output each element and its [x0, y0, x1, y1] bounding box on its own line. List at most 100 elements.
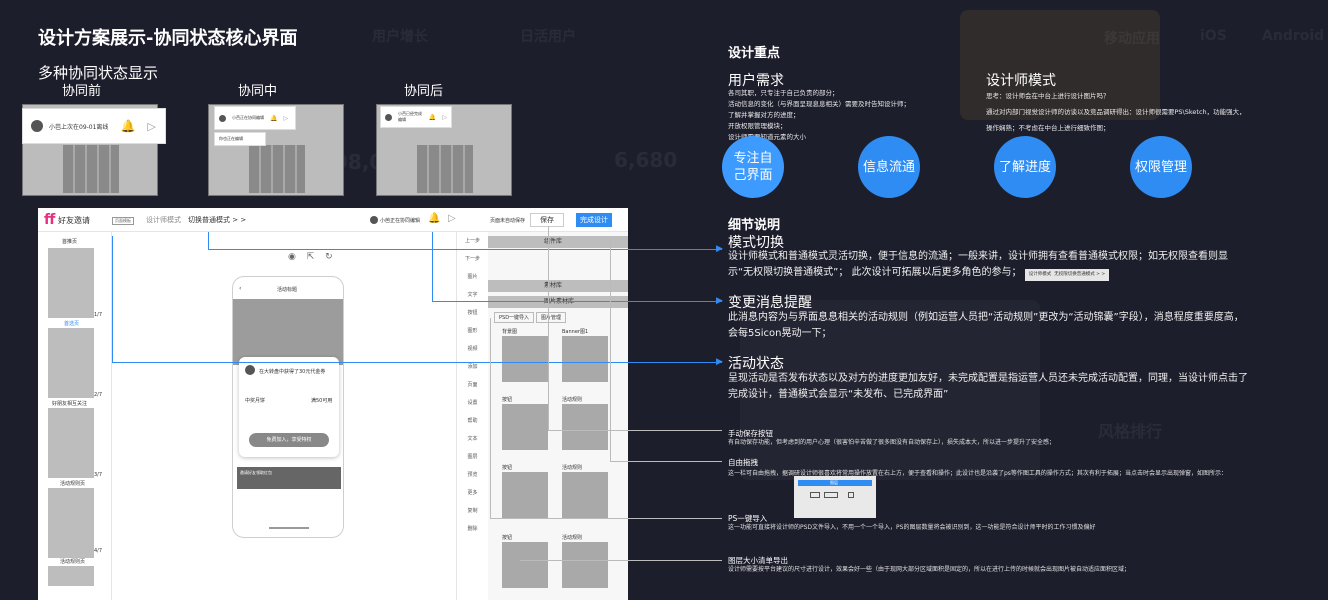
save-button[interactable]: 保存	[530, 213, 564, 227]
asset-label: 按钮	[502, 535, 513, 541]
background-word: 日活用户	[520, 29, 576, 45]
tool-item[interactable]: 页面	[457, 376, 488, 394]
designer-line: 思考：设计师会在中台上进行设计图片吗？	[986, 92, 1110, 100]
state-card-after: 小芭已经完成编辑 🔔 ▷	[380, 106, 452, 128]
phone-title: 活动标题	[277, 287, 298, 293]
tool-item[interactable]: 删除	[457, 520, 488, 538]
asset-thumbnail[interactable]	[502, 404, 548, 450]
page-thumbnail[interactable]	[48, 328, 94, 398]
tool-item[interactable]: 文本	[457, 430, 488, 448]
asset-label: 活动规则	[562, 397, 583, 403]
asset-thumbnail[interactable]	[502, 472, 548, 518]
asset-thumbnail[interactable]	[502, 542, 548, 588]
popup-item	[810, 492, 820, 498]
tool-item[interactable]: 上一步	[457, 232, 488, 250]
mode-chip: 设计师模式 无权限切换普通模式 > >	[1024, 269, 1110, 281]
page-thumbnail[interactable]	[48, 408, 94, 478]
tool-item[interactable]: 设置	[457, 394, 488, 412]
connector-line	[548, 226, 549, 430]
play-icon: ▷	[442, 113, 447, 121]
tool-item[interactable]: 更多	[457, 484, 488, 502]
avatar	[370, 216, 378, 224]
tool-item[interactable]: 复制	[457, 502, 488, 520]
tool-item[interactable]: 帮助	[457, 412, 488, 430]
mode-switch-link[interactable]: 切换普通模式 > >	[188, 215, 246, 225]
page-thumbnail[interactable]	[48, 488, 94, 558]
asset-thumbnail[interactable]	[562, 542, 608, 588]
page-thumbnail[interactable]	[48, 566, 94, 586]
state-card-during: 小芭正在协同编辑 🔔 ▷	[214, 106, 296, 130]
panel-header-materials[interactable]: 素材库	[488, 280, 628, 292]
tool-item[interactable]: 图层	[457, 448, 488, 466]
tool-item[interactable]: 图形	[457, 322, 488, 340]
background-word: Android	[1262, 28, 1325, 44]
page-list: 首推页 首选页 1/7 好朋友相互关注 2/7 活动规则页 3/7 活动规则页 …	[38, 232, 112, 600]
asset-thumbnail[interactable]	[562, 404, 608, 450]
play-icon: ▷	[147, 119, 156, 133]
avatar	[31, 120, 43, 132]
join-button[interactable]: 免费加入，享受特权	[249, 433, 329, 447]
focus-circle-info-flow: 信息流通	[858, 136, 920, 198]
bell-icon: 🔔	[270, 114, 278, 122]
designer-line: 操作娴熟；不考虑在中台上进行细致作图；	[986, 124, 1110, 132]
detail-item-text: 设计师模式和普通模式灵活切换，便于信息的流通；一般来讲，设计师拥有查看普通模式权…	[728, 251, 1228, 278]
logo-text: 好友邀请	[58, 216, 90, 225]
asset-panel: 组件库 素材库 图片素材库 PSD一键导入 图片管理 背景图 Banner图1 …	[488, 232, 628, 600]
asset-label: 活动规则	[562, 465, 583, 471]
connector-line	[610, 461, 722, 462]
connector-line	[112, 362, 722, 363]
asset-label: 按钮	[502, 397, 513, 403]
state-label-after: 协同后	[404, 84, 444, 99]
refresh-icon[interactable]: ↻	[325, 252, 333, 262]
state-card-text: 小芭上次在09-01离线	[49, 123, 109, 131]
asset-thumbnail[interactable]	[562, 336, 608, 382]
template-select[interactable]: 页面模板	[112, 217, 134, 225]
play-icon[interactable]: ▷	[448, 213, 456, 224]
designer-mode-text: 思考：设计师会在中台上进行设计图片吗？ 通过对内部门视觉设计师的访谈以及竞品调研…	[986, 88, 1246, 136]
phone-banner[interactable]: 邀请好友领取红包	[237, 467, 341, 489]
logo: ff	[44, 212, 56, 228]
asset-thumbnail[interactable]	[562, 472, 608, 518]
share-icon[interactable]: ⇱	[307, 252, 315, 262]
tool-item[interactable]: 预览	[457, 466, 488, 484]
canvas-toolbar: ◉ ⇱ ↻	[288, 252, 333, 262]
connector-line	[208, 249, 722, 250]
page-label: 首推页	[62, 239, 78, 245]
asset-thumbnail[interactable]	[502, 336, 548, 382]
bell-icon[interactable]: 🔔	[428, 213, 440, 224]
mode-designer-label: 设计师模式	[146, 216, 181, 224]
tool-item[interactable]: 下一步	[457, 250, 488, 268]
tool-item[interactable]: 图片	[457, 268, 488, 286]
asset-label: 背景图	[502, 329, 518, 335]
avatar	[385, 113, 392, 121]
background-word: 用户增长	[372, 29, 428, 45]
phone-back-icon[interactable]: ‹	[239, 285, 241, 292]
popup-item	[848, 492, 854, 498]
feature-body: 有自动保存功能，但考虑到的用户心理（很害怕辛苦做了很多图没有自动保存上），损失成…	[728, 439, 1056, 446]
psd-import-tab[interactable]: PSD一键导入	[494, 312, 535, 323]
connector-line	[548, 430, 722, 431]
layer-popup-preview: 图层	[794, 476, 876, 518]
background-word: 移动应用	[1104, 31, 1160, 47]
tool-item[interactable]: 按钮	[457, 304, 488, 322]
collab-status: 小芭正在协同编辑	[380, 218, 421, 224]
focus-circle-progress: 了解进度	[994, 136, 1056, 198]
tool-item[interactable]: 添加	[457, 358, 488, 376]
editor-mockup: ff 好友邀请 页面模板 设计师模式 切换普通模式 > > 小芭正在协同编辑 🔔…	[38, 208, 628, 600]
image-manage-tab[interactable]: 图片管理	[536, 312, 567, 323]
background-word: 6,680	[614, 148, 678, 172]
done-button[interactable]: 完成设计	[576, 213, 612, 227]
page-label: 好朋友相互关注	[52, 401, 88, 407]
panel-header-images[interactable]: 图片素材库	[488, 296, 628, 308]
user-need-list: 各司其职，只专注于自己负责的部分； 活动信息的变化（与界面呈现息息相关）需要及时…	[728, 88, 910, 143]
tool-item[interactable]: 视频	[457, 340, 488, 358]
panel-header-components[interactable]: 组件库	[488, 236, 628, 248]
avatar	[245, 365, 255, 375]
detail-item-title: 活动状态	[728, 356, 784, 372]
phone-prize-card: 在大转盘中获得了30元代金券 中奖月饼 满50可用 免费加入，享受特权	[239, 357, 339, 457]
page-thumbnail[interactable]	[48, 248, 94, 318]
prize-text: 在大转盘中获得了30元代金券	[259, 369, 326, 375]
connector-line	[520, 560, 722, 561]
page-label: 首选页	[64, 321, 80, 327]
eye-icon[interactable]: ◉	[288, 252, 296, 262]
